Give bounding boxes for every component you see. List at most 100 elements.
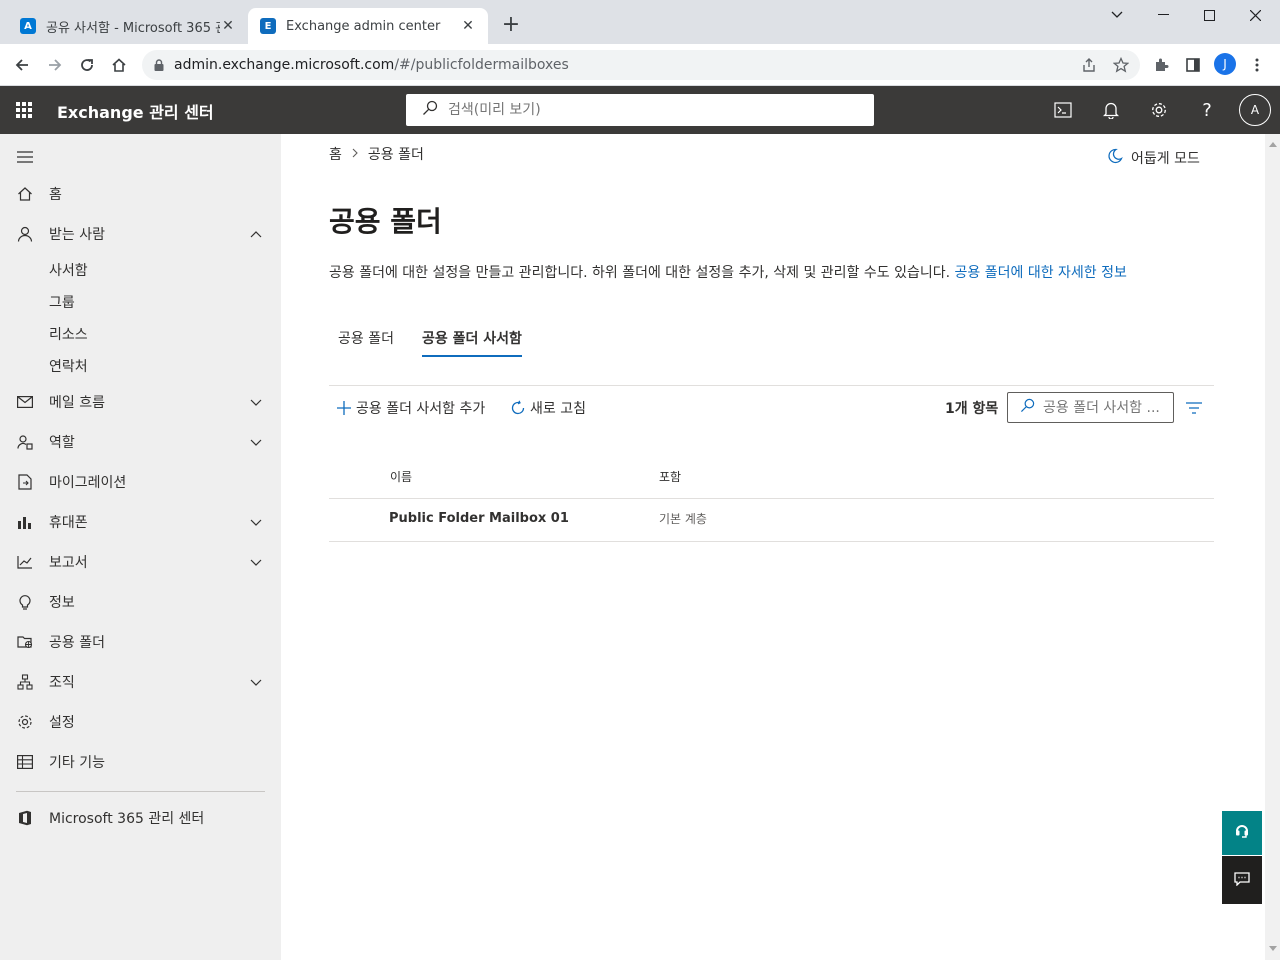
nav-item-m365-admin-center[interactable]: Microsoft 365 관리 센터 <box>0 798 281 838</box>
side-panel-icon[interactable] <box>1181 53 1205 77</box>
nav-item-label: 조직 <box>49 675 75 691</box>
tab-public-folders[interactable]: 공용 폴더 <box>338 322 394 354</box>
column-header-contains[interactable]: 포함 <box>659 468 681 485</box>
nav-item-settings[interactable]: 설정 <box>0 702 281 742</box>
filter-icon[interactable] <box>1184 398 1204 418</box>
nav-item-label: 메일 흐름 <box>49 395 105 411</box>
url-path: /#/publicfoldermailboxes <box>394 57 569 73</box>
browser-tab-exchange[interactable]: E Exchange admin center ✕ <box>248 8 488 44</box>
gear-icon <box>16 713 34 731</box>
mobile-icon <box>16 513 34 531</box>
column-header-name[interactable]: 이름 <box>390 468 412 485</box>
add-public-folder-mailbox-button[interactable]: 공용 폴더 사서함 추가 <box>336 396 485 420</box>
nav-item-label: 휴대폰 <box>49 515 88 531</box>
nav-item-mobile[interactable]: 휴대폰 <box>0 502 281 542</box>
m365-admin-favicon-icon: A <box>20 18 36 34</box>
close-window-button[interactable] <box>1232 0 1278 30</box>
add-button-label: 공용 폴더 사서함 추가 <box>356 401 486 417</box>
lock-icon[interactable] <box>154 56 164 75</box>
lightbulb-icon <box>16 593 34 611</box>
nav-item-migration[interactable]: 마이그레이션 <box>0 462 281 502</box>
new-tab-button[interactable]: + <box>498 12 524 38</box>
nav-item-roles[interactable]: 역할 <box>0 422 281 462</box>
report-icon <box>16 553 34 571</box>
back-button[interactable] <box>10 53 34 77</box>
nav-subitem-mailboxes[interactable]: 사서함 <box>49 254 88 286</box>
refresh-button-label: 새로 고침 <box>530 401 586 417</box>
refresh-button[interactable]: 새로 고침 <box>510 396 586 420</box>
notifications-bell-icon[interactable] <box>1095 94 1127 126</box>
chrome-profile-avatar[interactable]: J <box>1214 53 1236 75</box>
share-icon[interactable] <box>1075 50 1103 80</box>
maximize-button[interactable] <box>1186 0 1232 30</box>
nav-item-reports[interactable]: 보고서 <box>0 542 281 582</box>
nav-item-organization[interactable]: 조직 <box>0 662 281 702</box>
browser-tab-shared-mailbox[interactable]: A 공유 사서함 - Microsoft 365 관리 ✕ <box>8 8 248 44</box>
search-icon <box>1020 398 1035 417</box>
cell-contains: 기본 계층 <box>659 512 707 526</box>
browser-toolbar: admin.exchange.microsoft.com/#/publicfol… <box>0 44 1280 86</box>
global-search-input[interactable] <box>448 102 848 118</box>
nav-subitem-contacts[interactable]: 연락처 <box>49 350 88 382</box>
nav-item-home[interactable]: 홈 <box>0 174 281 214</box>
chevron-down-icon <box>249 679 263 686</box>
main-content: 홈 공용 폴더 어둡게 모드 공용 폴더 공용 폴더에 대한 설정을 만들고 관… <box>281 134 1265 960</box>
extensions-icon[interactable] <box>1149 53 1173 77</box>
scroll-down-arrow-icon[interactable] <box>1268 944 1277 953</box>
address-bar[interactable]: admin.exchange.microsoft.com/#/publicfol… <box>142 50 1140 80</box>
nav-item-recipients[interactable]: 받는 사람 <box>0 214 281 254</box>
minimize-button[interactable] <box>1140 0 1186 30</box>
item-count: 1개 항목 <box>945 401 999 417</box>
settings-gear-icon[interactable] <box>1143 94 1175 126</box>
nav-item-mail-flow[interactable]: 메일 흐름 <box>0 382 281 422</box>
breadcrumb: 홈 공용 폴더 <box>329 144 424 164</box>
office-logo-icon <box>16 809 34 827</box>
reload-button[interactable] <box>75 53 99 77</box>
dark-mode-toggle[interactable]: 어둡게 모드 <box>1107 148 1200 168</box>
browser-tab-title: 공유 사서함 - Microsoft 365 관리 <box>46 20 220 36</box>
page-scrollbar[interactable] <box>1265 134 1280 960</box>
chrome-menu-icon[interactable] <box>1245 53 1269 77</box>
close-tab-icon[interactable]: ✕ <box>220 18 236 34</box>
user-avatar[interactable]: A <box>1239 94 1271 126</box>
public-folder-icon <box>16 633 34 651</box>
list-search-box[interactable] <box>1007 392 1174 423</box>
global-search[interactable] <box>406 94 874 126</box>
nav-item-insights[interactable]: 정보 <box>0 582 281 622</box>
moon-icon <box>1107 148 1123 168</box>
close-tab-icon[interactable]: ✕ <box>460 18 476 34</box>
nav-item-public-folders[interactable]: 공용 폴더 <box>0 622 281 662</box>
breadcrumb-current: 공용 폴더 <box>367 147 424 163</box>
dark-mode-label: 어둡게 모드 <box>1131 151 1200 167</box>
app-launcher-icon[interactable] <box>14 100 34 120</box>
refresh-icon <box>510 400 526 416</box>
cloud-shell-icon[interactable] <box>1047 94 1079 126</box>
help-question-icon[interactable]: ? <box>1191 94 1223 126</box>
forward-button[interactable] <box>43 53 67 77</box>
help-support-button[interactable] <box>1222 811 1262 855</box>
nav-item-label: 설정 <box>49 715 75 731</box>
collapse-nav-hamburger-icon[interactable] <box>17 148 33 163</box>
nav-item-label: 홈 <box>49 187 62 203</box>
chevron-down-icon <box>249 399 263 406</box>
feedback-button[interactable] <box>1222 856 1262 904</box>
nav-subitem-resources[interactable]: 리소스 <box>49 318 88 350</box>
scroll-up-arrow-icon[interactable] <box>1268 140 1277 149</box>
nav-divider <box>16 791 265 792</box>
search-icon <box>422 100 438 120</box>
header-divider <box>329 498 1214 499</box>
tab-public-folder-mailboxes[interactable]: 공용 폴더 사서함 <box>422 322 522 357</box>
cell-mailbox-name[interactable]: Public Folder Mailbox 01 <box>389 511 569 526</box>
nav-subitem-groups[interactable]: 그룹 <box>49 286 75 318</box>
list-search-input[interactable] <box>1043 399 1173 416</box>
app-title[interactable]: Exchange 관리 센터 <box>57 99 214 123</box>
chevron-down-icon <box>249 519 263 526</box>
tab-search-chevron-icon[interactable] <box>1094 0 1140 30</box>
browser-tabstrip: A 공유 사서함 - Microsoft 365 관리 ✕ E Exchange… <box>0 0 1280 44</box>
exchange-favicon-icon: E <box>260 18 276 34</box>
breadcrumb-home[interactable]: 홈 <box>329 144 342 164</box>
bookmark-star-icon[interactable] <box>1107 50 1135 80</box>
learn-more-link[interactable]: 공용 폴더에 대한 자세한 정보 <box>955 265 1127 281</box>
nav-item-other-features[interactable]: 기타 기능 <box>0 742 281 782</box>
home-button[interactable] <box>107 53 131 77</box>
